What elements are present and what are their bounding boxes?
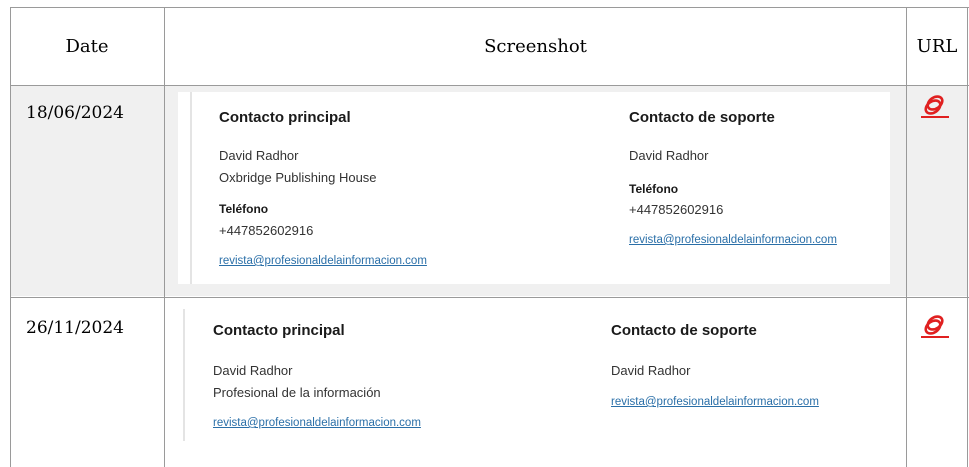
primary-contact-org: Oxbridge Publishing House [219,170,377,185]
screenshot-left-rule [183,309,185,441]
row-divider [10,297,969,298]
primary-contact-heading: Contacto principal [213,322,345,339]
support-contact-name: David Radhor [629,148,709,163]
archive-table: Date Screenshot URL 18/06/2024 Contacto … [10,7,969,467]
primary-email-link[interactable]: revista@profesionaldelainformacion.com [219,255,427,267]
support-email-link[interactable]: revista@profesionaldelainformacion.com [611,396,819,408]
header-date: Date [65,35,109,57]
header-url: URL [916,35,958,57]
support-phone-label: Teléfono [629,182,679,196]
row-1-date: 18/06/2024 [26,103,124,123]
support-contact-heading: Contacto de soporte [611,322,757,339]
primary-contact-name: David Radhor [213,363,293,378]
link-icon[interactable] [920,313,950,339]
support-email-link[interactable]: revista@profesionaldelainformacion.com [629,234,837,246]
primary-contact-heading: Contacto principal [219,109,351,126]
support-contact-name: David Radhor [611,363,691,378]
support-phone: +447852602916 [629,202,724,217]
row-2-screenshot: Contacto principal David Radhor Profesio… [178,305,890,445]
link-icon[interactable] [920,93,950,119]
screenshot-left-rule [190,92,192,284]
row-2-date: 26/11/2024 [26,318,124,338]
support-contact-heading: Contacto de soporte [629,109,775,126]
header-divider [10,85,969,86]
primary-email-link[interactable]: revista@profesionaldelainformacion.com [213,417,421,429]
primary-contact-name: David Radhor [219,148,299,163]
primary-phone-label: Teléfono [219,202,269,216]
primary-contact-org: Profesional de la información [213,385,381,400]
row-1-screenshot: Contacto principal David Radhor Oxbridge… [178,92,890,284]
header-screenshot: Screenshot [484,35,587,57]
table-right-border [967,7,968,467]
primary-phone: +447852602916 [219,223,314,238]
